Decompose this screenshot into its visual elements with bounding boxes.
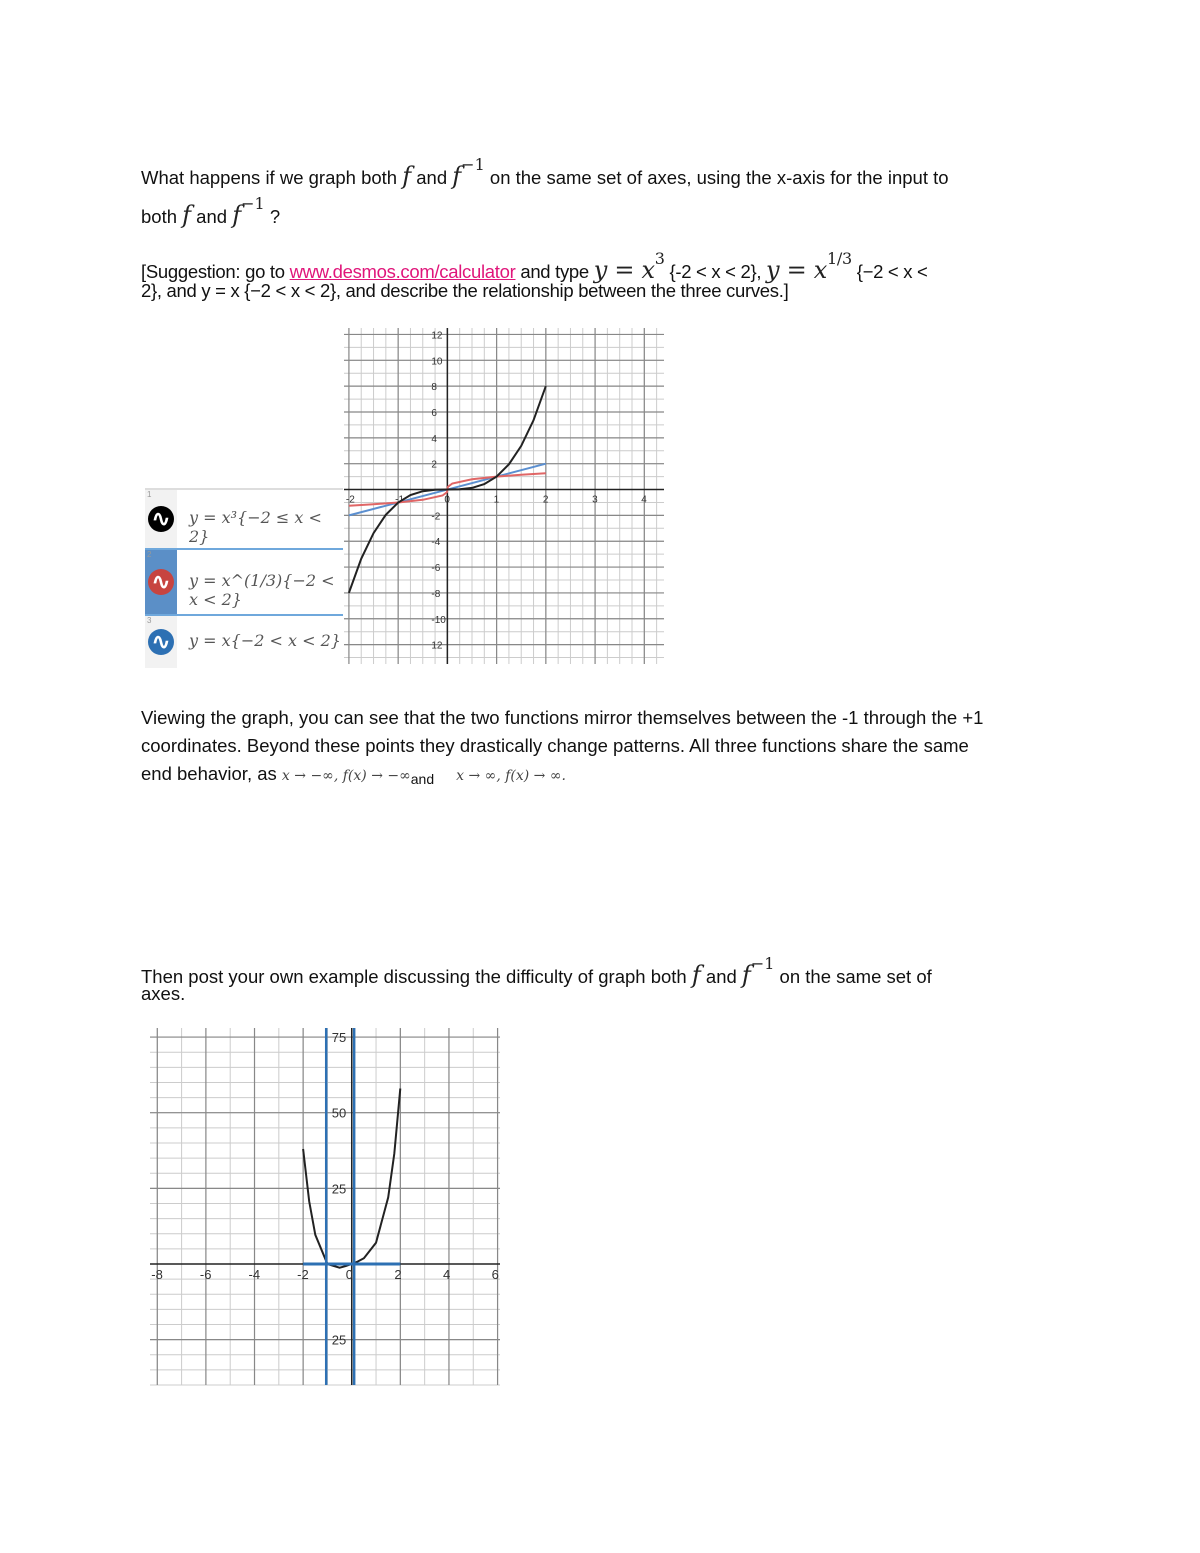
x-tick-label: -8 — [151, 1267, 163, 1282]
desmos-graph-2: -8 -6 -4 -2 0 2 4 6 75 50 25 25 — [150, 1028, 500, 1386]
document-page: What happens if we graph both f and f−1 … — [0, 0, 1200, 1553]
x-tick-label: 6 — [492, 1267, 499, 1282]
x-tick-label: -6 — [200, 1267, 212, 1282]
x-tick-label: -4 — [249, 1267, 261, 1282]
y-tick-label: 50 — [332, 1106, 346, 1121]
x-tick-label: 4 — [443, 1267, 450, 1282]
y-tick-label: 25 — [332, 1181, 346, 1196]
y-tick-label: 75 — [332, 1030, 346, 1045]
x-tick-label: 2 — [394, 1267, 401, 1282]
x-tick-label: -2 — [297, 1267, 309, 1282]
x-tick-label: 0 — [346, 1267, 353, 1282]
y-tick-label: 25 — [332, 1333, 346, 1348]
